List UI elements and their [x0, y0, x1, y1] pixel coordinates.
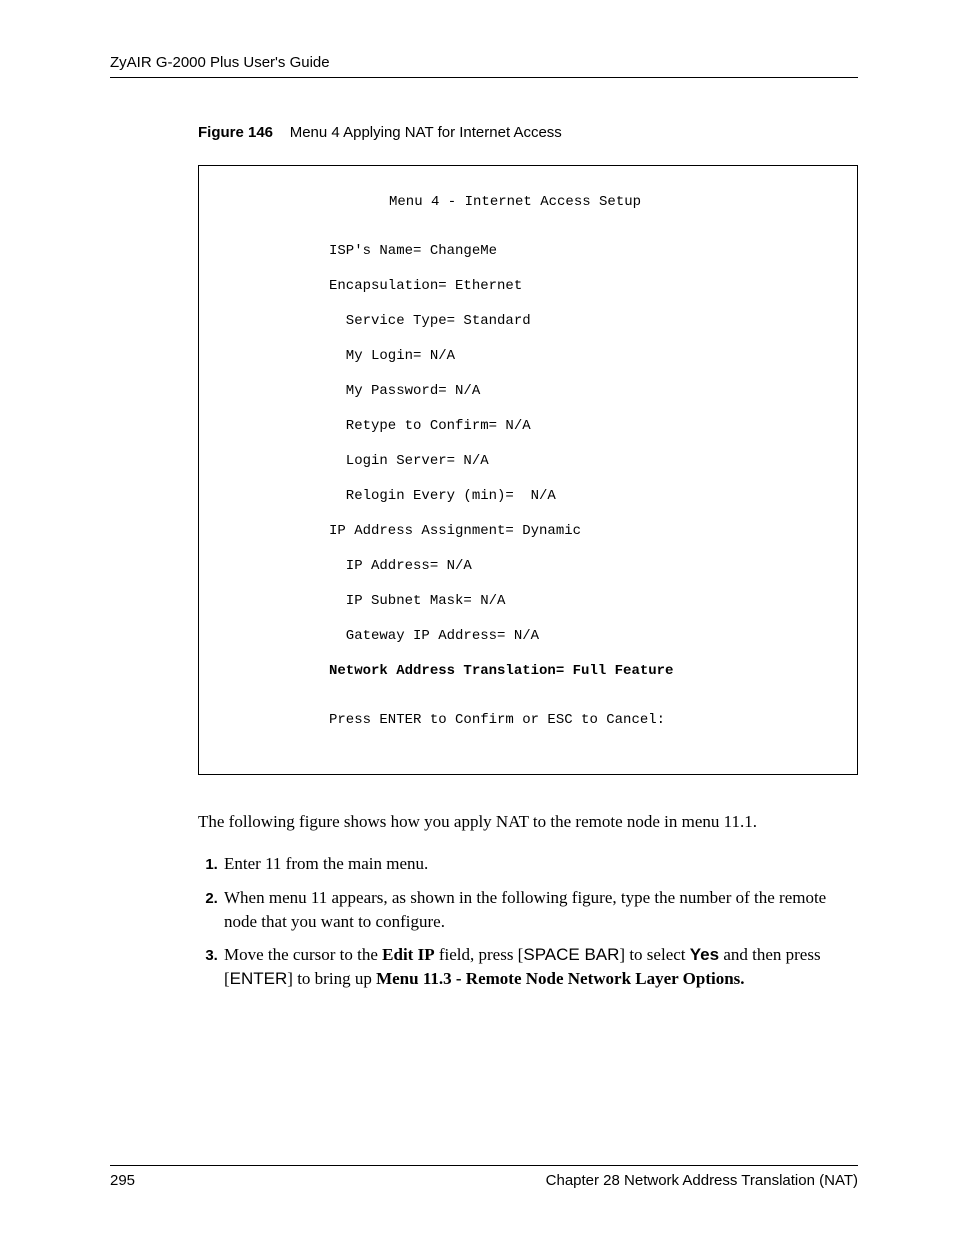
- terminal-line: Relogin Every (min)= N/A: [329, 488, 847, 506]
- step-3-i: ] to bring up: [287, 969, 376, 988]
- figure-caption: Figure 146 Menu 4 Applying NAT for Inter…: [198, 124, 858, 141]
- page-header: ZyAIR G-2000 Plus User's Guide: [110, 54, 858, 78]
- terminal-title: Menu 4 - Internet Access Setup: [329, 194, 847, 212]
- step-3-editip: Edit IP: [382, 945, 434, 964]
- terminal-line: ISP's Name= ChangeMe: [329, 243, 847, 261]
- body-paragraph: The following figure shows how you apply…: [198, 811, 858, 834]
- step-3-c: field, press [: [435, 945, 524, 964]
- terminal-line: My Login= N/A: [329, 348, 847, 366]
- page: ZyAIR G-2000 Plus User's Guide Figure 14…: [0, 0, 954, 1235]
- terminal-line: Gateway IP Address= N/A: [329, 628, 847, 646]
- step-3-e: ] to select: [619, 945, 689, 964]
- step-3-enter: ENTER: [230, 969, 288, 988]
- terminal-box: Menu 4 - Internet Access Setup ISP's Nam…: [198, 165, 858, 775]
- terminal-line: Retype to Confirm= N/A: [329, 418, 847, 436]
- step-1: Enter 11 from the main menu.: [222, 852, 858, 876]
- step-3-yes: Yes: [690, 945, 719, 964]
- header-title: ZyAIR G-2000 Plus User's Guide: [110, 54, 330, 71]
- page-number: 295: [110, 1172, 135, 1189]
- step-3-spacebar: SPACE BAR: [523, 945, 619, 964]
- step-1-text: Enter 11 from the main menu.: [224, 854, 428, 873]
- figure-caption-sep: [277, 124, 290, 141]
- terminal-line: Encapsulation= Ethernet: [329, 278, 847, 296]
- step-2: When menu 11 appears, as shown in the fo…: [222, 886, 858, 934]
- figure-label: Figure 146: [198, 124, 273, 141]
- terminal-bold-line: Network Address Translation= Full Featur…: [329, 663, 847, 681]
- terminal-line: IP Subnet Mask= N/A: [329, 593, 847, 611]
- terminal-line: Service Type= Standard: [329, 313, 847, 331]
- terminal-line: IP Address Assignment= Dynamic: [329, 523, 847, 541]
- step-3: Move the cursor to the Edit IP field, pr…: [222, 943, 858, 991]
- steps-list: Enter 11 from the main menu. When menu 1…: [198, 852, 858, 991]
- page-footer: 295 Chapter 28 Network Address Translati…: [110, 1165, 858, 1189]
- step-2-text: When menu 11 appears, as shown in the fo…: [224, 888, 826, 931]
- terminal-footer: Press ENTER to Confirm or ESC to Cancel:: [329, 712, 847, 730]
- step-3-a: Move the cursor to the: [224, 945, 382, 964]
- terminal-line: My Password= N/A: [329, 383, 847, 401]
- chapter-label: Chapter 28 Network Address Translation (…: [546, 1172, 858, 1189]
- terminal-line: Login Server= N/A: [329, 453, 847, 471]
- figure-caption-text: Menu 4 Applying NAT for Internet Access: [290, 124, 562, 141]
- terminal-line: IP Address= N/A: [329, 558, 847, 576]
- step-3-menu113: Menu 11.3 - Remote Node Network Layer Op…: [376, 969, 744, 988]
